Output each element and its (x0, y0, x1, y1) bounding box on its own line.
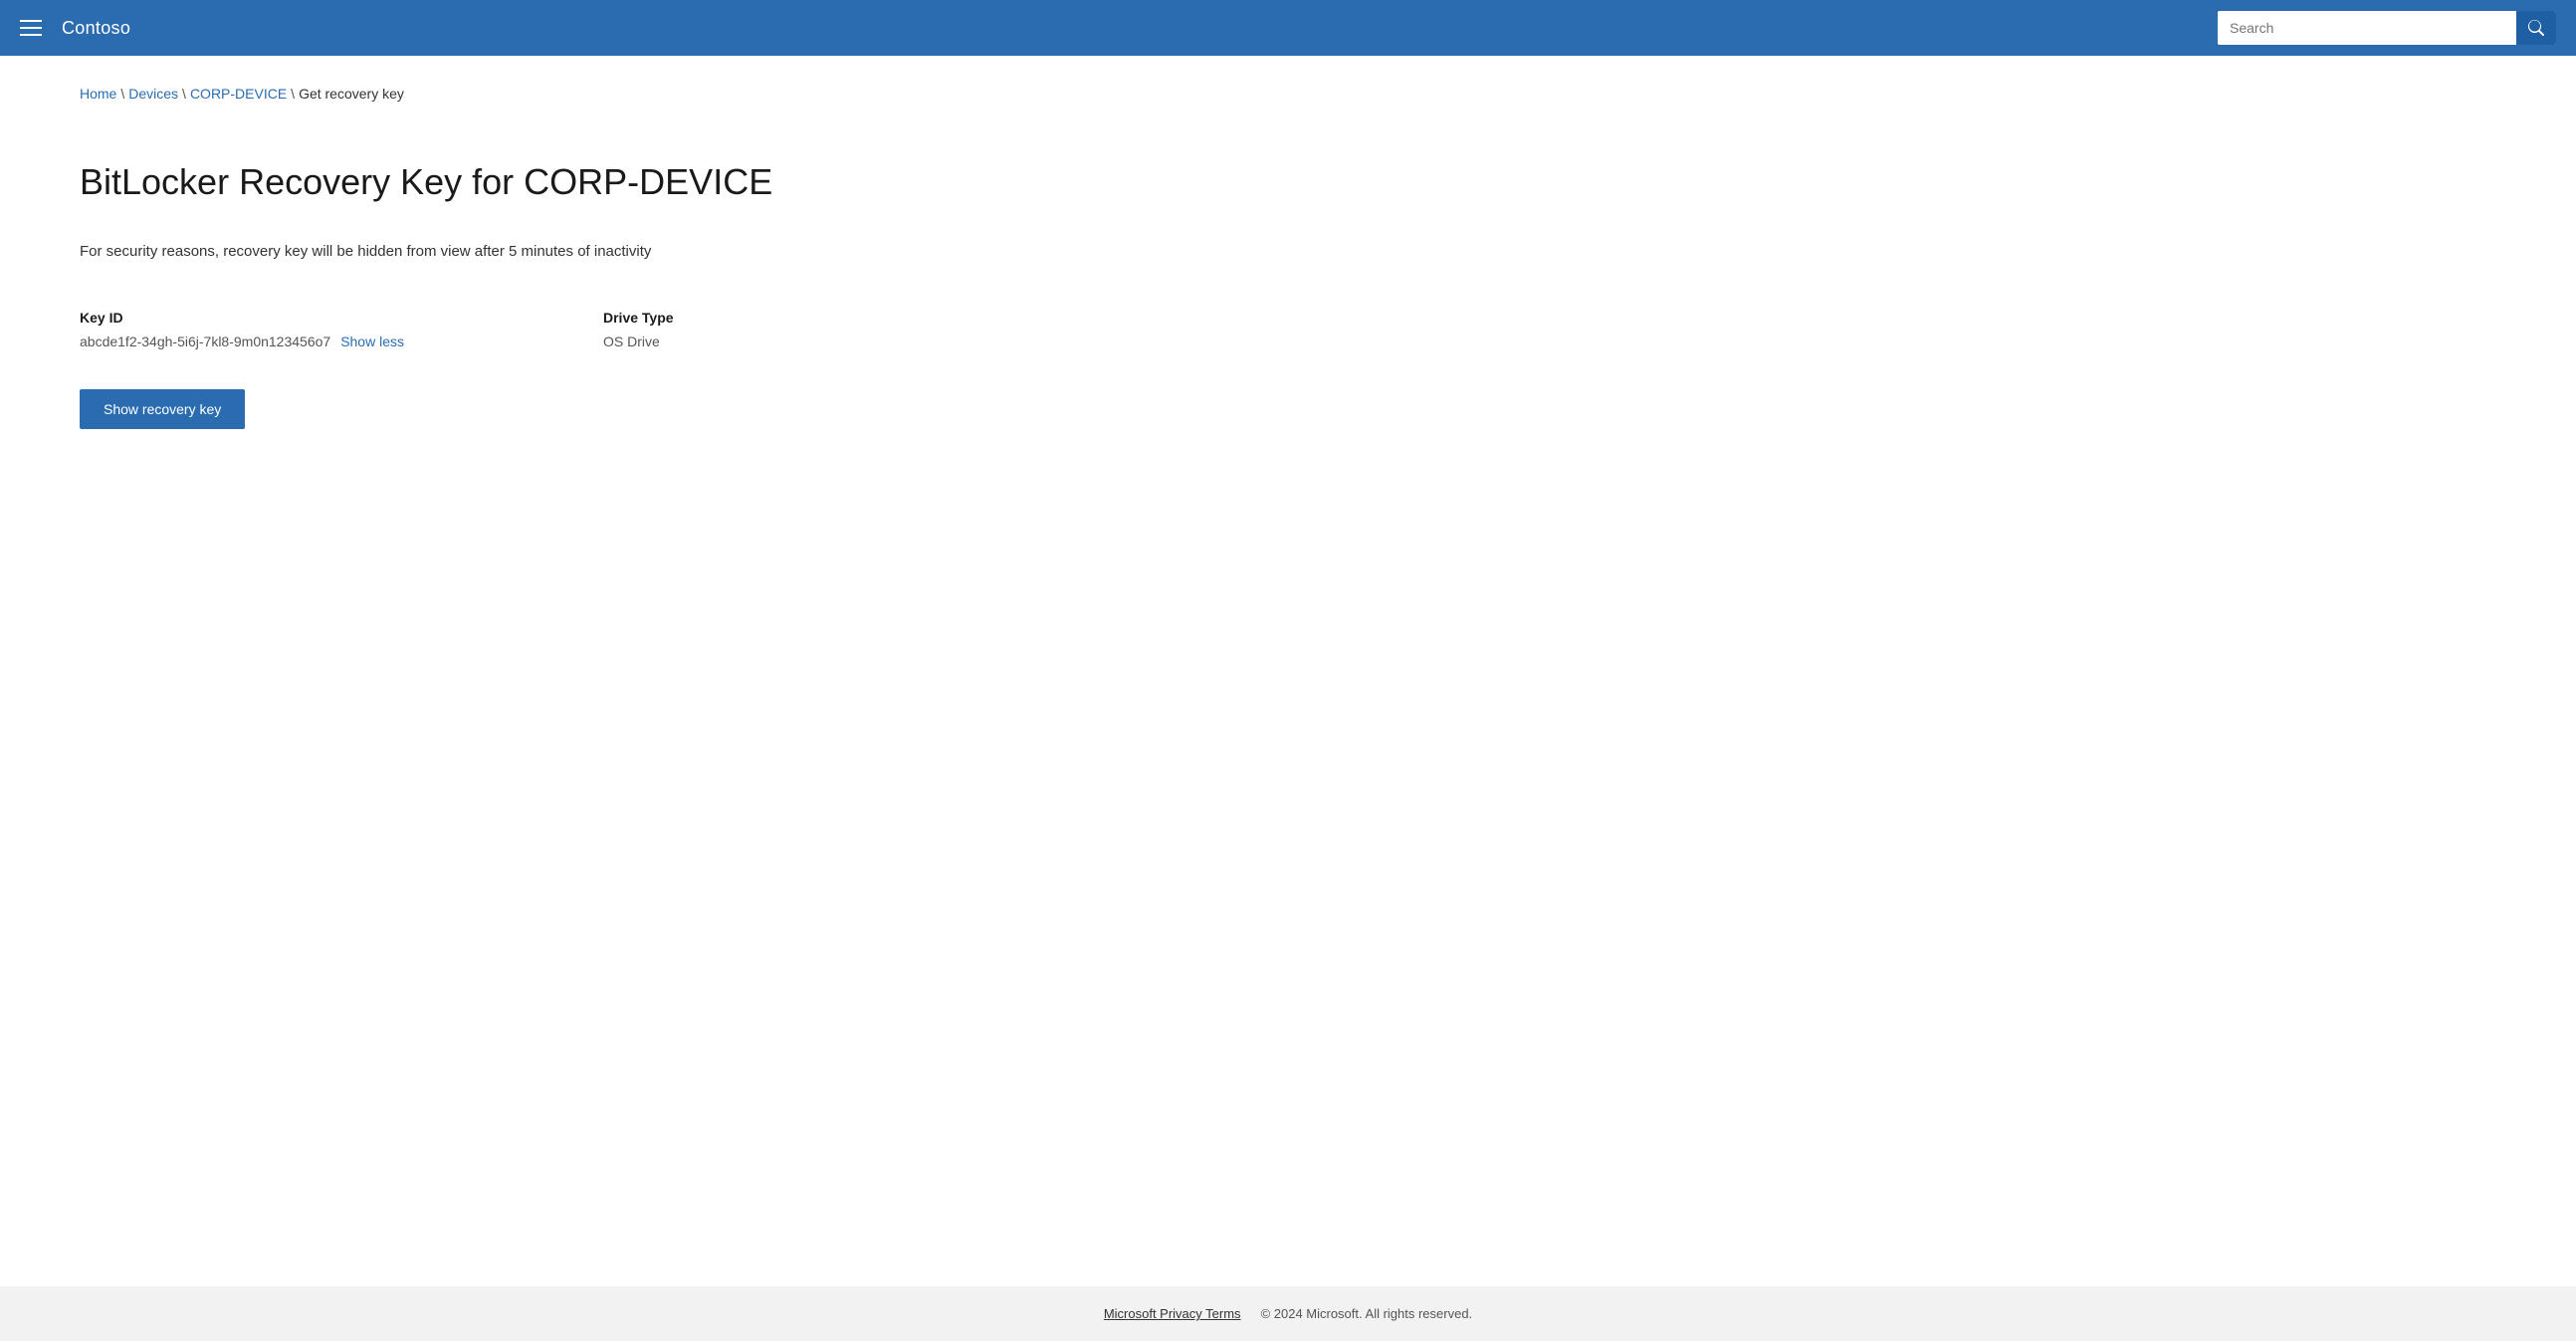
privacy-terms-link[interactable]: Microsoft Privacy Terms (1104, 1306, 1241, 1321)
drive-type-value: OS Drive (603, 334, 674, 349)
breadcrumb-home[interactable]: Home (80, 86, 116, 102)
breadcrumb-separator-3: \ (291, 86, 295, 102)
search-input[interactable] (2218, 11, 2516, 45)
description-text: For security reasons, recovery key will … (80, 243, 2496, 260)
brand-name: Contoso (62, 18, 130, 39)
header-left: Contoso (20, 18, 130, 39)
breadcrumb-device-name[interactable]: CORP-DEVICE (190, 86, 287, 102)
key-id-value-row: abcde1f2-34gh-5i6j-7kl8-9m0n123456o7 Sho… (80, 334, 404, 349)
hamburger-menu-icon[interactable] (20, 20, 42, 36)
copyright-text: © 2024 Microsoft. All rights reserved. (1261, 1306, 1473, 1321)
key-id-value: abcde1f2-34gh-5i6j-7kl8-9m0n123456o7 (80, 334, 330, 349)
show-less-link[interactable]: Show less (340, 334, 404, 349)
breadcrumb: Home \ Devices \ CORP-DEVICE \ Get recov… (80, 86, 2496, 102)
search-icon (2528, 20, 2544, 36)
key-id-label: Key ID (80, 310, 404, 326)
breadcrumb-separator-2: \ (182, 86, 186, 102)
key-info-section: Key ID abcde1f2-34gh-5i6j-7kl8-9m0n12345… (80, 310, 2496, 349)
page-title: BitLocker Recovery Key for CORP-DEVICE (80, 161, 2496, 203)
breadcrumb-current: Get recovery key (299, 86, 404, 102)
drive-type-block: Drive Type OS Drive (603, 310, 674, 349)
footer: Microsoft Privacy Terms © 2024 Microsoft… (0, 1286, 2576, 1341)
search-container (2218, 11, 2556, 45)
breadcrumb-devices[interactable]: Devices (128, 86, 178, 102)
drive-type-label: Drive Type (603, 310, 674, 326)
search-button[interactable] (2516, 11, 2556, 45)
show-recovery-key-button[interactable]: Show recovery key (80, 389, 245, 429)
breadcrumb-separator-1: \ (120, 86, 124, 102)
main-content: Home \ Devices \ CORP-DEVICE \ Get recov… (0, 56, 2576, 1286)
header: Contoso (0, 0, 2576, 56)
key-id-block: Key ID abcde1f2-34gh-5i6j-7kl8-9m0n12345… (80, 310, 404, 349)
